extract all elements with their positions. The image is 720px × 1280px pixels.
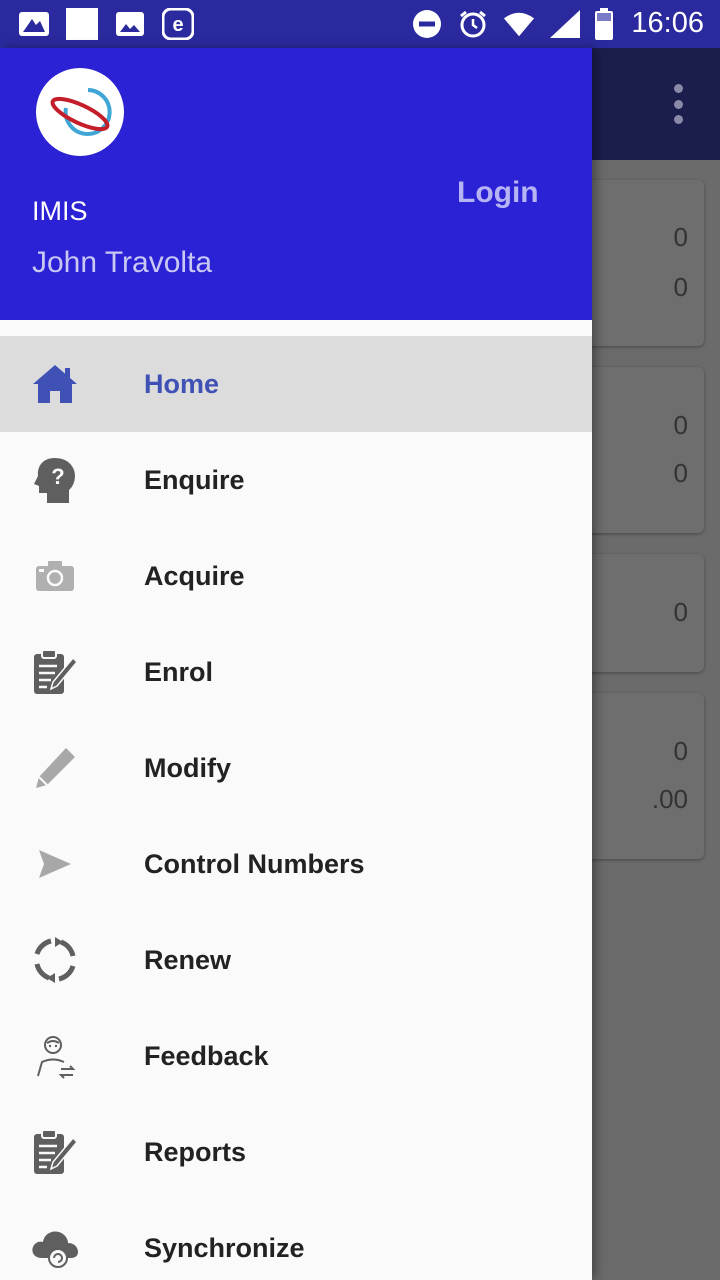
blank-notification-icon bbox=[66, 8, 98, 40]
app-logo bbox=[36, 68, 124, 156]
cloud-sync-icon bbox=[30, 1224, 80, 1272]
login-button[interactable]: Login bbox=[457, 176, 539, 210]
menu-item-synchronize[interactable]: Synchronize bbox=[0, 1200, 592, 1280]
menu-item-label: Modify bbox=[144, 752, 231, 783]
clipboard-edit-icon bbox=[30, 648, 80, 696]
card-value: 0 bbox=[673, 736, 688, 766]
signal-icon bbox=[549, 8, 581, 40]
gallery-icon bbox=[18, 8, 50, 40]
menu-item-label: Renew bbox=[144, 944, 232, 975]
app-toolbar bbox=[592, 48, 720, 160]
renew-icon bbox=[30, 936, 80, 984]
menu-item-label: Acquire bbox=[144, 560, 245, 591]
send-icon bbox=[30, 840, 80, 888]
menu-item-label: Synchronize bbox=[144, 1232, 305, 1263]
card-value: 0 bbox=[673, 458, 688, 488]
reports-clipboard-icon bbox=[30, 1128, 80, 1176]
menu-item-label: Control Numbers bbox=[144, 848, 365, 879]
menu-item-label: Feedback bbox=[144, 1040, 269, 1071]
status-bar: e 16:06 bbox=[0, 0, 720, 48]
card-value: .00 bbox=[651, 784, 688, 814]
browser-e-icon: e bbox=[162, 8, 194, 40]
card-value: 0 bbox=[673, 597, 688, 627]
do-not-disturb-icon bbox=[411, 8, 443, 40]
camera-icon bbox=[30, 552, 80, 600]
alarm-icon bbox=[457, 8, 489, 40]
menu-item-label: Reports bbox=[144, 1136, 247, 1167]
svg-text:?: ? bbox=[51, 464, 64, 489]
menu-item-renew[interactable]: Renew bbox=[0, 912, 592, 1008]
menu-item-modify[interactable]: Modify bbox=[0, 720, 592, 816]
app-name: IMIS bbox=[32, 196, 88, 226]
card-value: 0 bbox=[673, 410, 688, 440]
card-value: 0 bbox=[673, 272, 688, 302]
enquire-head-icon: ? bbox=[30, 456, 80, 504]
menu-item-feedback[interactable]: Feedback bbox=[0, 1008, 592, 1104]
menu-item-label: Enquire bbox=[144, 464, 245, 495]
home-icon bbox=[30, 360, 80, 408]
menu-item-control-numbers[interactable]: Control Numbers bbox=[0, 816, 592, 912]
status-time: 16:06 bbox=[631, 7, 704, 39]
svg-text:e: e bbox=[172, 14, 183, 36]
menu-item-label: Home bbox=[144, 368, 220, 399]
navigation-drawer: IMIS John Travolta Login Home ? Enquire … bbox=[0, 48, 592, 1280]
feedback-person-icon bbox=[30, 1032, 80, 1080]
pencil-icon bbox=[30, 744, 80, 792]
image-icon bbox=[114, 8, 146, 40]
overflow-menu-icon[interactable] bbox=[672, 84, 684, 124]
menu-item-enquire[interactable]: ? Enquire bbox=[0, 432, 592, 528]
menu-item-home[interactable]: Home bbox=[0, 336, 592, 432]
battery-icon bbox=[595, 7, 614, 40]
drawer-header: IMIS John Travolta Login bbox=[0, 48, 592, 320]
menu-item-enrol[interactable]: Enrol bbox=[0, 624, 592, 720]
card-value: 0 bbox=[673, 222, 688, 252]
menu-item-label: Enrol bbox=[144, 656, 214, 687]
menu-item-reports[interactable]: Reports bbox=[0, 1104, 592, 1200]
user-name: John Travolta bbox=[32, 246, 213, 279]
drawer-menu: Home ? Enquire Acquire Enrol Modify Cont… bbox=[0, 336, 592, 1280]
menu-item-acquire[interactable]: Acquire bbox=[0, 528, 592, 624]
wifi-icon bbox=[503, 8, 535, 40]
